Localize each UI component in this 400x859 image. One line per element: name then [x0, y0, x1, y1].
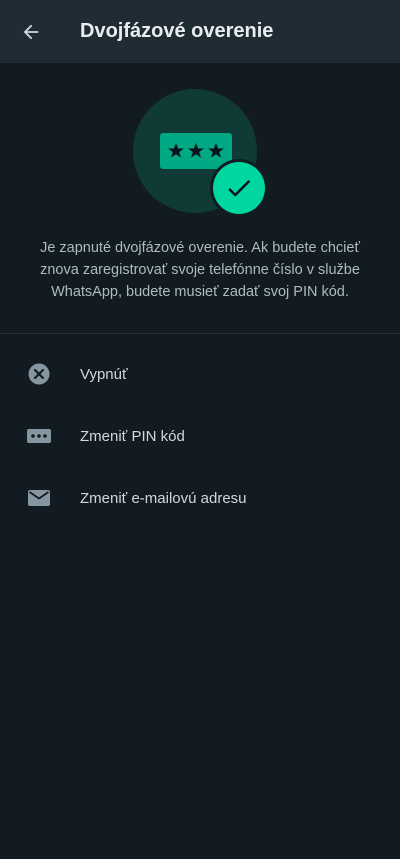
check-badge — [210, 159, 268, 217]
pin-mask-stars — [168, 143, 224, 158]
menu-item-change-pin[interactable]: Zmeniť PIN kód — [0, 405, 400, 467]
menu-item-label: Vypnúť — [80, 365, 128, 383]
divider — [0, 333, 400, 334]
mail-icon — [0, 467, 80, 529]
close-circle-icon — [0, 343, 80, 405]
check-icon — [213, 162, 265, 214]
menu-item-label: Zmeniť PIN kód — [80, 427, 185, 445]
back-button[interactable] — [0, 0, 62, 63]
menu-item-disable[interactable]: Vypnúť — [0, 343, 400, 405]
description-text: Je zapnuté dvojfázové overenie. Ak budet… — [40, 240, 360, 300]
page-title: Dvojfázové overenie — [80, 20, 274, 42]
hero-illustration: Je zapnuté dvojfázové overenie. Ak budet… — [0, 63, 400, 333]
menu-item-label: Zmeniť e-mailovú adresu — [80, 489, 247, 507]
arrow-left-icon — [23, 24, 39, 39]
menu-item-change-email[interactable]: Zmeniť e-mailovú adresu — [0, 467, 400, 529]
options-menu: Vypnúť Zmeniť PIN kód Zmeniť e-mailovú a… — [0, 343, 400, 529]
app-bar: Dvojfázové overenie — [0, 0, 400, 63]
pin-dots-icon — [0, 405, 80, 467]
